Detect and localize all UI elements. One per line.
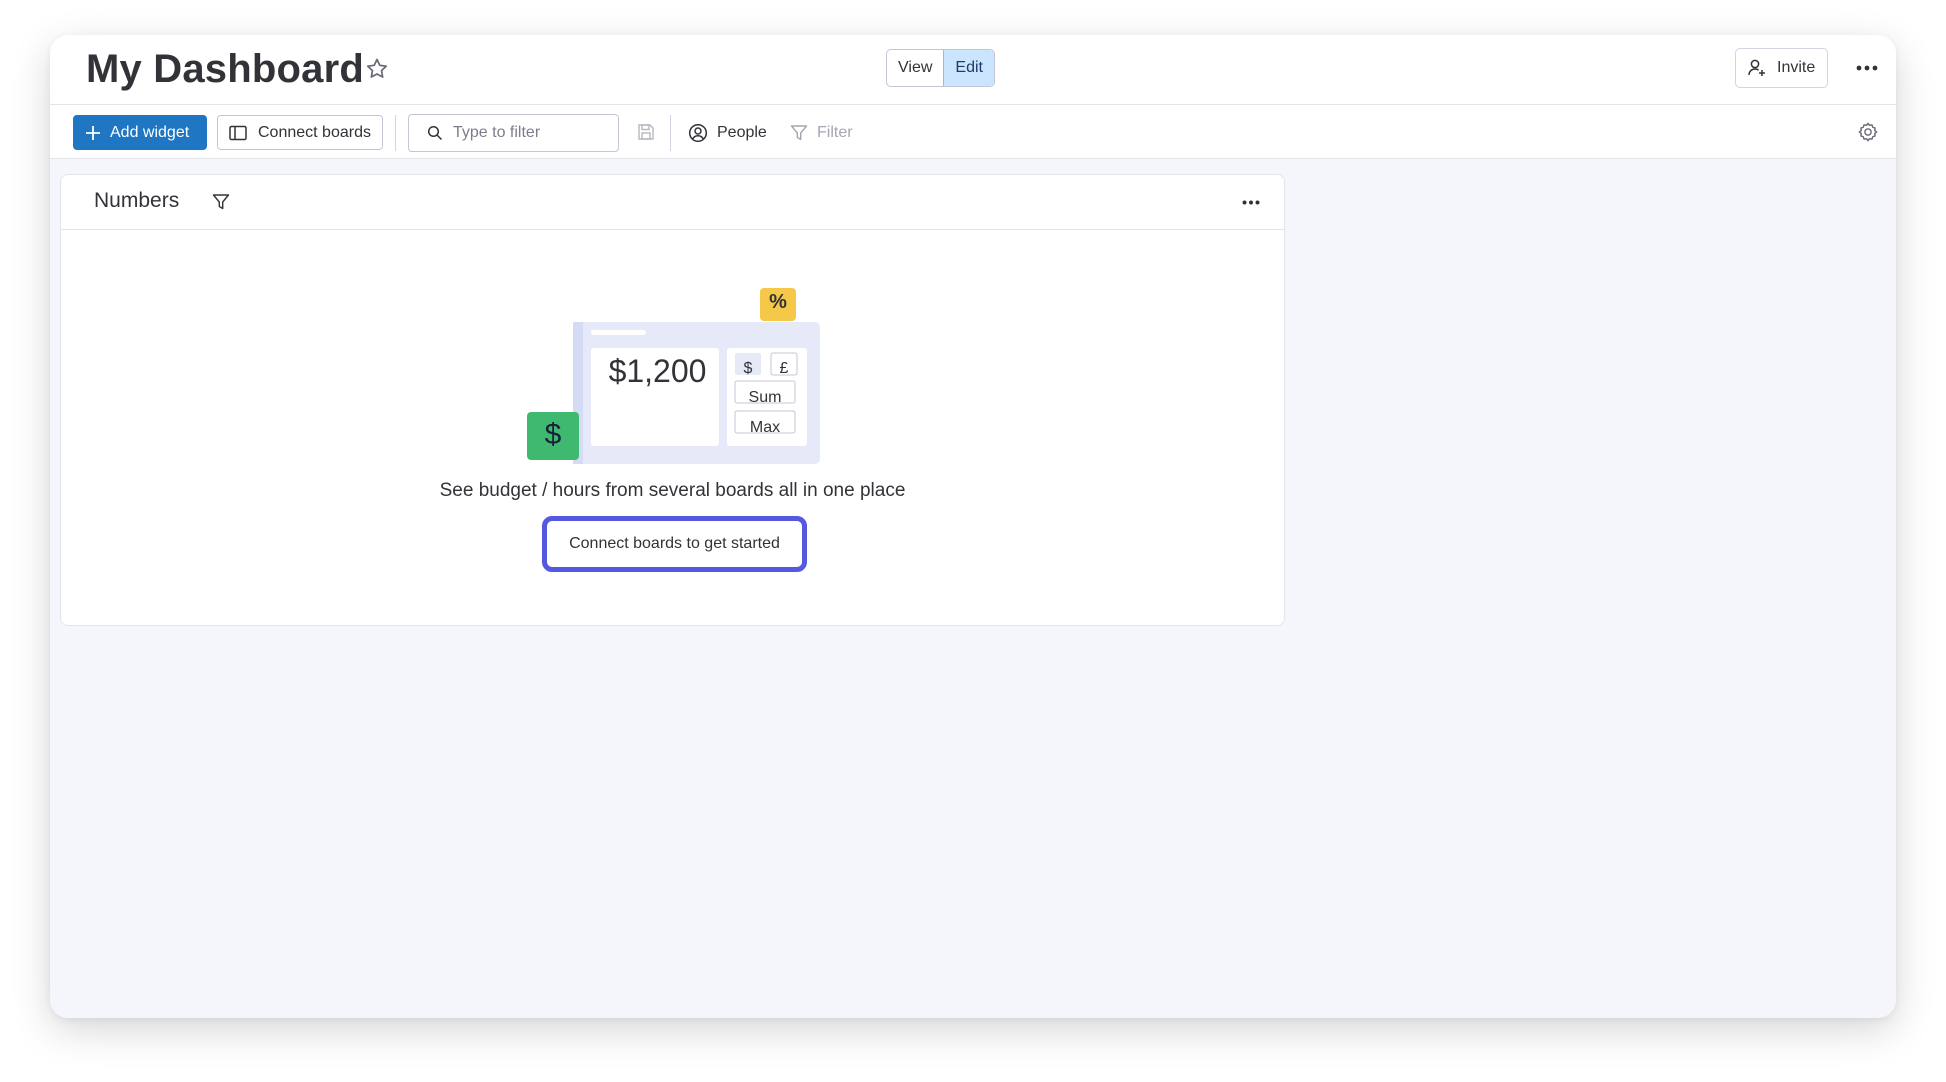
function-tag: Sum (748, 389, 782, 406)
add-widget-button[interactable]: Add widget (73, 115, 207, 150)
add-widget-label: Add widget (110, 123, 190, 141)
add-person-icon (1748, 59, 1765, 76)
more-options-icon[interactable] (1850, 53, 1884, 83)
widget-header: Numbers (61, 175, 1284, 230)
person-circle-icon (688, 123, 708, 142)
edit-mode-button[interactable]: Edit (943, 50, 994, 86)
people-filter-button[interactable]: People (688, 115, 767, 150)
page-title: My Dashboard (86, 47, 365, 91)
currency-tag: $ (743, 360, 753, 377)
currency-tag: £ (779, 360, 789, 377)
invite-label: Invite (1777, 59, 1816, 76)
function-tag: Max (749, 419, 781, 436)
dollar-badge: $ (544, 418, 562, 451)
star-icon[interactable] (364, 56, 390, 82)
dashboard-window: My Dashboard View Edit Invite Add widget… (50, 35, 1896, 1018)
view-edit-toggle: View Edit (886, 49, 995, 87)
connect-boards-button[interactable]: Connect boards (217, 115, 383, 150)
invite-button[interactable]: Invite (1735, 48, 1828, 88)
view-mode-button[interactable]: View (887, 50, 943, 86)
toolbar-divider (395, 115, 396, 151)
search-icon (427, 125, 443, 141)
board-icon (229, 125, 247, 140)
filter-button[interactable]: Filter (790, 115, 853, 150)
connect-boards-label: Connect boards (258, 123, 371, 141)
sample-amount: $1,200 (608, 353, 707, 389)
filter-label: Filter (817, 123, 853, 141)
search-input[interactable] (453, 124, 603, 142)
connect-boards-cta-button[interactable]: Connect boards to get started (542, 516, 807, 572)
funnel-icon[interactable] (212, 193, 230, 211)
funnel-icon (790, 124, 808, 140)
widget-tagline: See budget / hours from several boards a… (439, 480, 906, 501)
plus-icon (86, 125, 100, 140)
percent-badge: % (769, 291, 787, 313)
numbers-widget: Numbers $1,200 $ £ Sum Max % $ See budge… (60, 174, 1285, 626)
gear-icon[interactable] (1857, 121, 1879, 143)
widget-title: Numbers (94, 189, 180, 212)
search-filter-box[interactable] (408, 114, 619, 152)
dashboard-header: My Dashboard View Edit Invite (50, 35, 1896, 105)
save-view-icon[interactable] (636, 122, 656, 142)
dashboard-toolbar: Add widget Connect boards Type to filter… (50, 105, 1896, 159)
people-label: People (717, 123, 767, 141)
widget-more-icon[interactable] (1237, 189, 1265, 215)
toolbar-divider (670, 115, 671, 151)
